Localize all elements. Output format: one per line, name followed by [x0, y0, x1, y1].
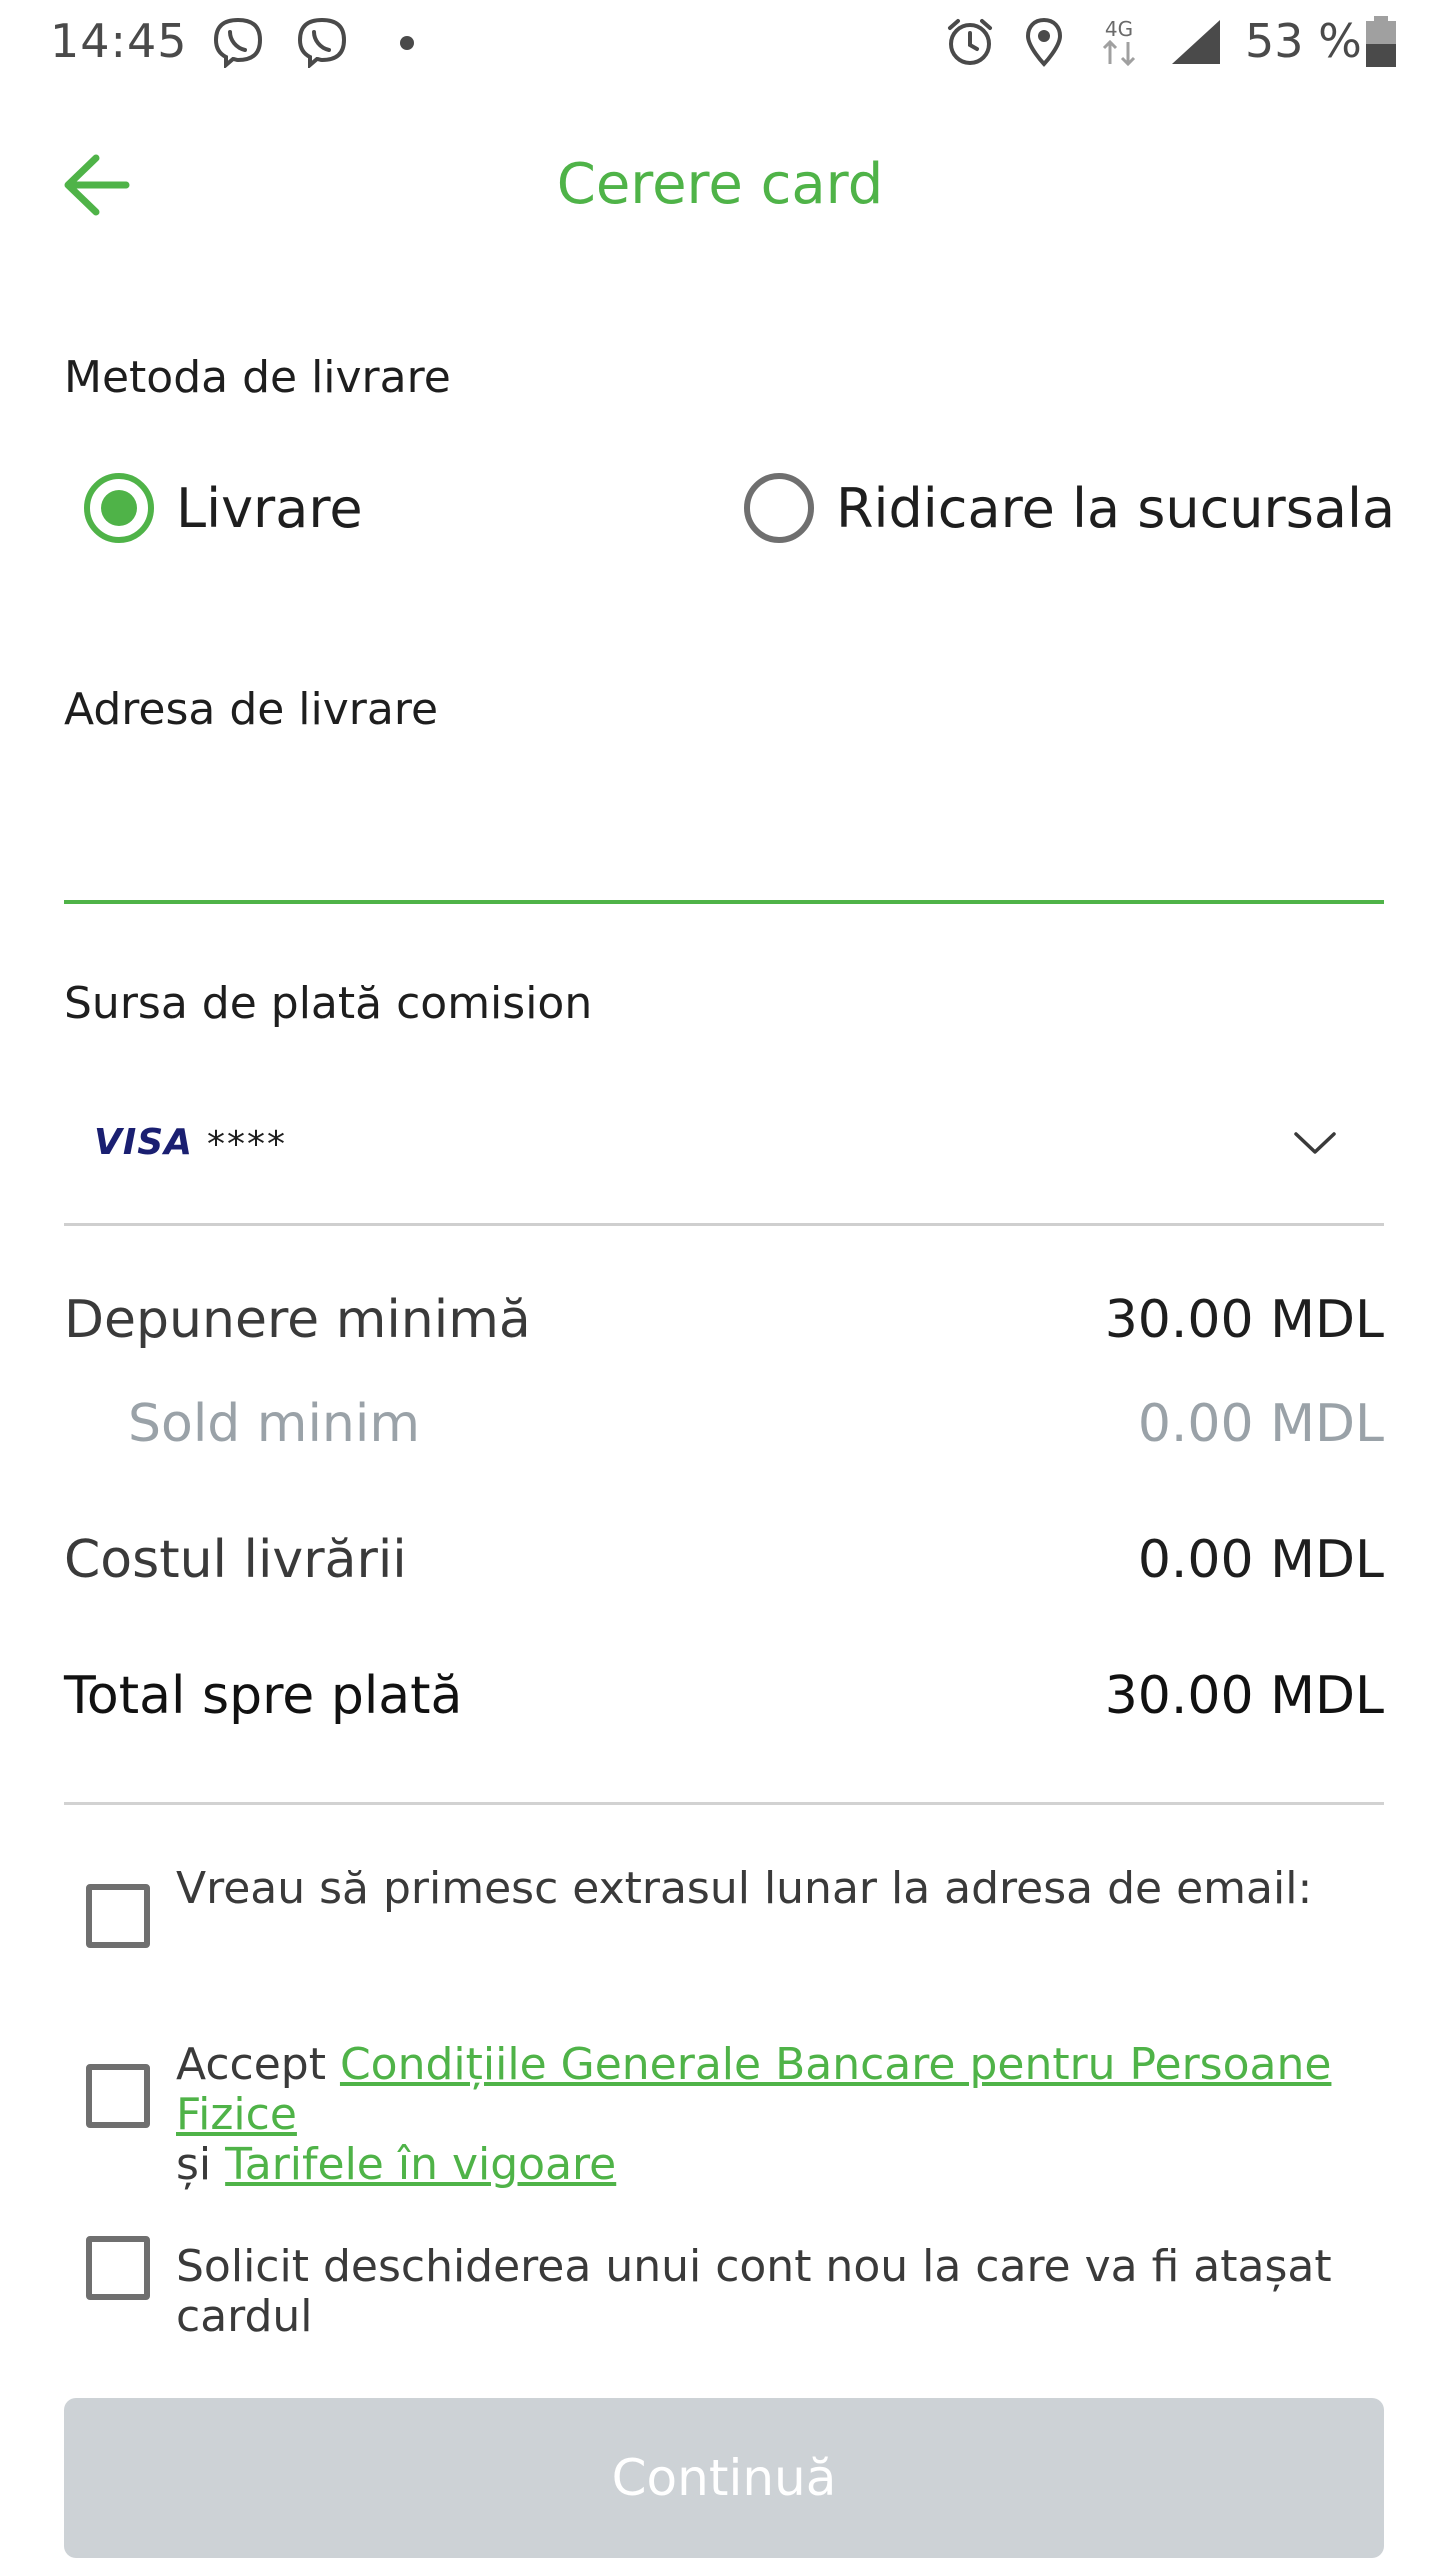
radio-label-branch-pickup: Ridicare la sucursala — [836, 476, 1396, 540]
location-icon — [1025, 17, 1063, 67]
delivery-address-input[interactable] — [64, 780, 1384, 904]
tariffs-link[interactable]: Tarifele în vigoare — [225, 2139, 616, 2190]
viber-icon — [297, 17, 347, 68]
summary-divider — [64, 1802, 1384, 1805]
checkbox-row-accept-terms[interactable]: Accept Condițiile Generale Bancare pentr… — [86, 2040, 1386, 2190]
total-value: 30.00 MDL — [1104, 1666, 1384, 1726]
email-statement-checkbox[interactable] — [86, 1884, 150, 1948]
alarm-icon — [948, 19, 992, 65]
battery-icon — [1366, 16, 1396, 67]
total-label: Total spre plată — [64, 1666, 463, 1726]
general-banking-conditions-link[interactable]: Condițiile Generale Bancare pentru Perso… — [176, 2039, 1331, 2140]
min-balance-label: Sold minim — [128, 1394, 420, 1454]
status-bar: 14:45 4G 53 % — [0, 0, 1440, 86]
accept-middle: și — [176, 2139, 226, 2190]
radio-label-delivery: Livrare — [176, 476, 363, 540]
radio-option-delivery[interactable]: Livrare — [84, 468, 363, 548]
delivery-address-label: Adresa de livrare — [64, 684, 439, 735]
delivery-method-label: Metoda de livrare — [64, 352, 451, 403]
email-statement-text: Vreau să primesc extrasul lunar la adres… — [176, 1863, 1313, 1914]
app-header: Cerere card — [0, 100, 1440, 270]
chevron-down-icon[interactable] — [1292, 1128, 1338, 1158]
min-deposit-value: 30.00 MDL — [1104, 1290, 1384, 1350]
min-balance-value: 0.00 MDL — [1137, 1394, 1384, 1454]
viber-icon — [213, 17, 263, 68]
delivery-cost-label: Costul livrării — [64, 1530, 407, 1590]
visa-logo: VISA — [94, 1122, 194, 1163]
new-account-checkbox[interactable] — [86, 2236, 150, 2300]
payment-card-select[interactable]: VISA **** — [64, 1090, 1384, 1226]
accept-prefix: Accept — [176, 2039, 340, 2090]
radio-checked-icon[interactable] — [84, 473, 154, 543]
card-number-mask: **** — [207, 1124, 287, 1165]
svg-text:4G: 4G — [1105, 17, 1133, 41]
checkbox-row-new-account[interactable]: Solicit deschiderea unui cont nou la car… — [86, 2236, 1386, 2342]
signal-icon — [1172, 20, 1220, 64]
payment-source-label: Sursa de plată comision — [64, 978, 593, 1029]
status-time: 14:45 — [50, 14, 188, 68]
min-deposit-label: Depunere minimă — [64, 1290, 531, 1350]
notification-dot-icon — [400, 36, 414, 50]
delivery-cost-value: 0.00 MDL — [1137, 1530, 1384, 1590]
continue-button[interactable]: Continuă — [64, 2398, 1384, 2558]
radio-unchecked-icon[interactable] — [744, 473, 814, 543]
page-title: Cerere card — [556, 152, 884, 217]
radio-option-branch-pickup[interactable]: Ridicare la sucursala — [744, 468, 1395, 548]
accept-terms-text: Accept Condițiile Generale Bancare pentr… — [176, 2040, 1440, 2190]
checkbox-row-email-statement[interactable]: Vreau să primesc extrasul lunar la adres… — [86, 1864, 1386, 1958]
accept-terms-checkbox[interactable] — [86, 2064, 150, 2128]
battery-percent: 53 % — [1245, 14, 1362, 68]
new-account-text: Solicit deschiderea unui cont nou la car… — [176, 2241, 1332, 2342]
network-4g-icon: 4G — [1102, 17, 1136, 67]
